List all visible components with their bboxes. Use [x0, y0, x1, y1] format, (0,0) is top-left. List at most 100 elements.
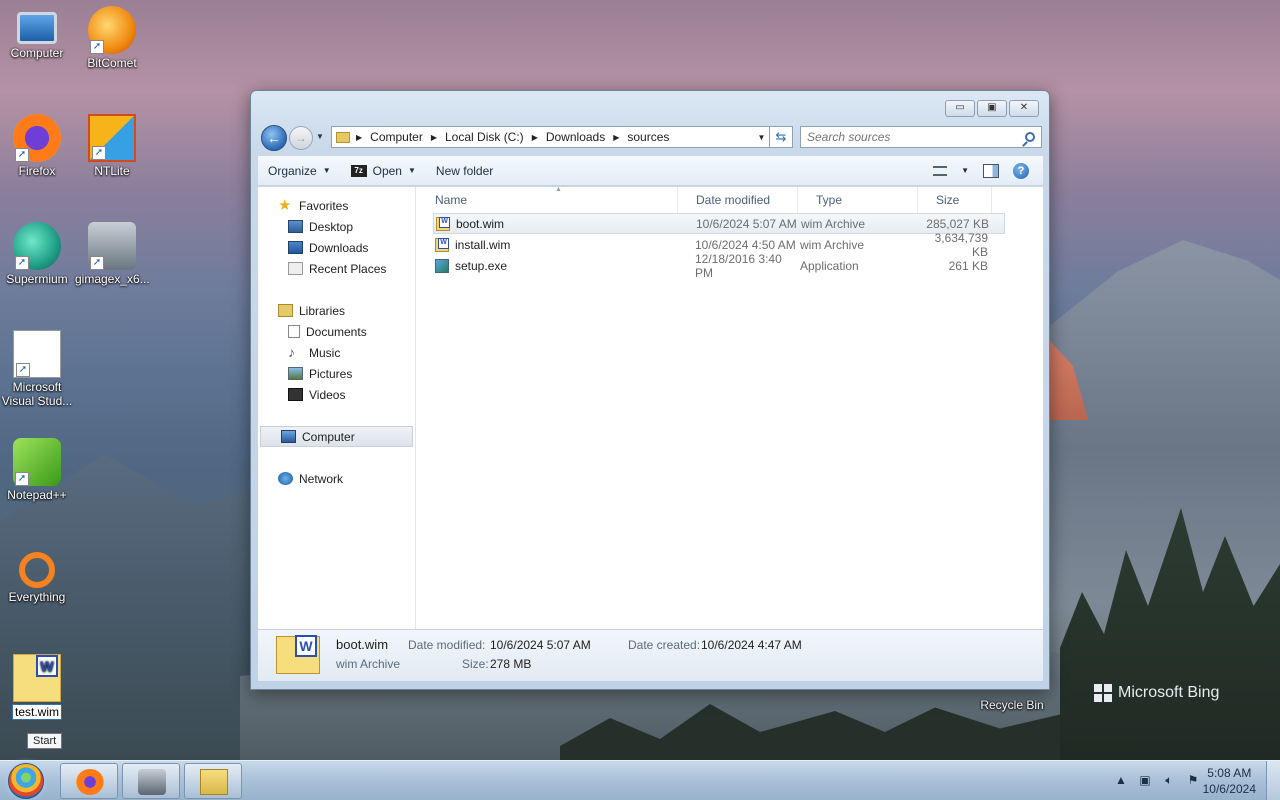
- view-options-chevron-icon[interactable]: ▼: [961, 166, 969, 175]
- file-type: wim Archive: [801, 216, 866, 231]
- address-dropdown-icon[interactable]: ▼: [752, 133, 770, 142]
- shortcut-arrow-icon: ➚: [16, 363, 30, 377]
- change-view-icon[interactable]: [933, 165, 948, 176]
- forward-arrow-icon: →: [295, 131, 307, 145]
- forward-button[interactable]: →: [289, 126, 313, 150]
- taskbar-firefox-button[interactable]: [60, 763, 118, 799]
- breadcrumb-chevron-icon[interactable]: ▶: [431, 133, 437, 142]
- breadcrumb-computer[interactable]: Computer: [370, 130, 423, 144]
- action-center-flag-icon[interactable]: ⚑: [1186, 773, 1200, 787]
- nav-documents[interactable]: Documents: [258, 321, 415, 342]
- search-input[interactable]: [807, 130, 1017, 144]
- nav-downloads[interactable]: Downloads: [258, 237, 415, 258]
- visual-studio-icon: ➚: [13, 330, 61, 378]
- file-row-setup-exe[interactable]: setup.exe 12/18/2016 3:40 PM Application…: [433, 252, 1005, 280]
- back-button[interactable]: ←: [261, 125, 287, 151]
- column-headers: ▲ Name Date modified Type Size: [417, 186, 1043, 213]
- help-icon[interactable]: ?: [1013, 162, 1029, 179]
- search-box[interactable]: [800, 126, 1042, 148]
- new-folder-label: New folder: [435, 163, 494, 178]
- breadcrumb-downloads[interactable]: Downloads: [546, 130, 605, 144]
- file-date: 10/6/2024 5:07 AM: [696, 216, 797, 231]
- details-modified-value: 10/6/2024 5:07 AM: [490, 638, 591, 652]
- desktop-icon-label: Recycle Bin: [980, 698, 1044, 712]
- taskbar: ▲ ▣ 🔈︎ ⚑ 5:08 AM 10/6/2024: [0, 760, 1280, 800]
- details-size-label: Size:: [462, 657, 489, 671]
- nav-desktop[interactable]: Desktop: [258, 216, 415, 237]
- videos-icon: [288, 388, 303, 401]
- breadcrumb-chevron-icon[interactable]: ▶: [356, 133, 362, 142]
- column-header-date-modified[interactable]: Date modified: [678, 187, 798, 213]
- network-icon[interactable]: ▣: [1138, 773, 1152, 787]
- desktop-icon-firefox[interactable]: ➚ Firefox: [0, 114, 74, 178]
- details-file-type: wim Archive: [336, 657, 401, 671]
- desktop-icon-computer[interactable]: Computer: [0, 6, 74, 60]
- nav-favorites[interactable]: ★ Favorites: [258, 195, 415, 216]
- desktop-icon-gimagex[interactable]: ➚ gimagex_x6...: [75, 222, 150, 286]
- taskbar-explorer-button[interactable]: [184, 763, 242, 799]
- documents-icon: [288, 325, 300, 338]
- desktop-icon-everything[interactable]: Everything: [0, 546, 74, 604]
- notification-area: ▲ ▣ 🔈︎ ⚑: [1114, 773, 1200, 787]
- nav-label: Documents: [306, 324, 367, 339]
- column-header-name[interactable]: Name: [417, 187, 678, 213]
- nav-recent-places[interactable]: Recent Places: [258, 258, 415, 279]
- desktop-icon-label: Supermium: [6, 272, 68, 286]
- file-explorer-icon: [200, 769, 228, 795]
- volume-icon[interactable]: 🔈︎: [1162, 773, 1176, 787]
- minimize-button[interactable]: ▭: [945, 100, 975, 117]
- desktop-icon-bitcomet[interactable]: ➚ BitComet: [75, 6, 149, 70]
- desktop-icon-label: Microsoft Visual Stud...: [1, 380, 73, 408]
- organize-button[interactable]: Organize ▼: [258, 156, 341, 185]
- desktop-icon-ntlite[interactable]: ➚ NTLite: [75, 114, 149, 178]
- explorer-window[interactable]: ▭ ▣ ✕ ← → ▼ ▶ Computer ▶ Local Disk (C:)…: [250, 90, 1050, 690]
- breadcrumb-sources[interactable]: sources: [627, 130, 669, 144]
- close-button[interactable]: ✕: [1009, 100, 1039, 117]
- details-created-label: Date created:: [628, 638, 701, 652]
- notepad-plus-plus-icon: ➚: [13, 438, 61, 486]
- recent-pages-dropdown[interactable]: ▼: [316, 132, 324, 141]
- desktop-icon-test-wim[interactable]: W test.wim: [0, 654, 74, 720]
- nav-computer[interactable]: Computer: [260, 426, 413, 447]
- breadcrumb-chevron-icon[interactable]: ▶: [532, 133, 538, 142]
- desktop-icon-recycle-bin[interactable]: Recycle Bin: [975, 698, 1049, 712]
- taskbar-gimagex-button[interactable]: [122, 763, 180, 799]
- desktop-icon-label: Computer: [10, 46, 64, 60]
- start-button[interactable]: [8, 763, 44, 799]
- file-date: 12/18/2016 3:40 PM: [695, 251, 782, 280]
- search-icon[interactable]: [1025, 132, 1035, 142]
- nav-music[interactable]: ♪ Music: [258, 342, 415, 363]
- details-modified-label: Date modified:: [408, 638, 486, 652]
- chevron-down-icon: ▼: [322, 166, 331, 175]
- desktop-icon-label: Everything: [8, 590, 66, 604]
- file-list: ▲ Name Date modified Type Size boot.wim …: [417, 186, 1043, 629]
- new-folder-button[interactable]: New folder: [426, 156, 503, 185]
- desktop-icon-notepad-plus-plus[interactable]: ➚ Notepad++: [0, 438, 74, 502]
- desktop-icon-visual-studio[interactable]: ➚ Microsoft Visual Stud...: [0, 330, 74, 408]
- breadcrumb-chevron-icon[interactable]: ▶: [613, 133, 619, 142]
- nav-pictures[interactable]: Pictures: [258, 363, 415, 384]
- refresh-icon: ⇆: [775, 129, 787, 144]
- column-header-size[interactable]: Size: [918, 187, 992, 213]
- nav-videos[interactable]: Videos: [258, 384, 415, 405]
- breadcrumb-local-disk[interactable]: Local Disk (C:): [445, 130, 524, 144]
- preview-pane-icon[interactable]: [983, 163, 999, 178]
- desktop-icon-supermium[interactable]: ➚ Supermium: [0, 222, 74, 286]
- address-bar[interactable]: ▶ Computer ▶ Local Disk (C:) ▶ Downloads…: [331, 126, 771, 148]
- nav-libraries[interactable]: Libraries: [258, 300, 415, 321]
- refresh-button[interactable]: ⇆: [769, 126, 793, 148]
- shortcut-arrow-icon: ➚: [15, 148, 29, 162]
- shortcut-arrow-icon: ➚: [15, 472, 29, 486]
- chevron-down-icon[interactable]: ▼: [408, 166, 416, 175]
- show-desktop-button[interactable]: [1266, 761, 1280, 800]
- organize-label: Organize: [268, 163, 317, 178]
- nav-network[interactable]: Network: [258, 468, 415, 489]
- maximize-button[interactable]: ▣: [977, 100, 1007, 117]
- show-hidden-icons-icon[interactable]: ▲: [1114, 773, 1128, 787]
- file-size: 3,634,739 KB: [934, 230, 988, 259]
- clock[interactable]: 5:08 AM 10/6/2024: [1203, 765, 1256, 797]
- column-header-type[interactable]: Type: [798, 187, 918, 213]
- open-button[interactable]: 7z Open ▼: [341, 156, 426, 185]
